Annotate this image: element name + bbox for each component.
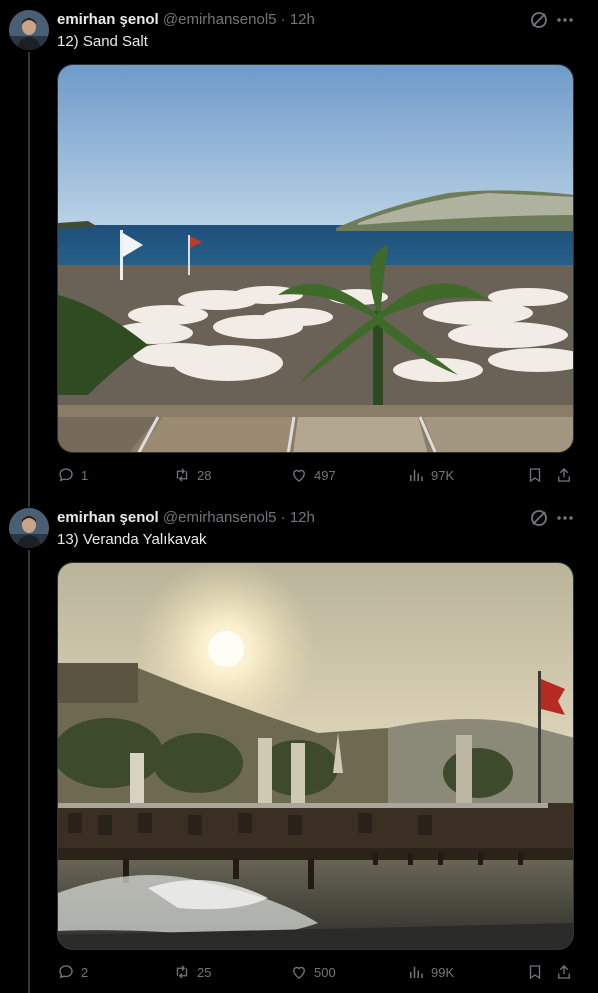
tweet-text: 13) Veranda Yalıkavak <box>57 531 207 548</box>
reply-count: 1 <box>81 467 89 483</box>
views-icon <box>410 469 423 481</box>
timestamp[interactable]: 12h <box>290 11 315 28</box>
views-count: 99K <box>431 964 455 980</box>
author-name[interactable]: emirhan şenol <box>57 509 159 526</box>
like-count: 497 <box>314 467 336 483</box>
reply-button[interactable]: 2 <box>57 962 88 982</box>
author-handle[interactable]: @emirhansenol5 <box>163 509 277 526</box>
avatar[interactable] <box>9 508 49 548</box>
separator: · <box>280 11 286 28</box>
more-icon[interactable] <box>555 10 575 30</box>
retweet-count: 25 <box>197 964 212 980</box>
share-button[interactable] <box>555 465 573 485</box>
reply-icon <box>59 468 73 482</box>
action-bar: 1 28 497 97K <box>57 465 574 485</box>
retweet-button[interactable]: 28 <box>173 465 211 485</box>
tweet-text: 12) Sand Salt <box>57 33 148 50</box>
author-name[interactable]: emirhan şenol <box>57 11 159 28</box>
views-icon <box>410 966 423 978</box>
share-button[interactable] <box>555 962 573 982</box>
tweet-photo[interactable] <box>57 64 574 453</box>
views-count: 97K <box>431 467 455 483</box>
retweet-button[interactable]: 25 <box>173 962 211 982</box>
views-button[interactable]: 97K <box>407 465 454 485</box>
retweet-icon <box>176 468 188 482</box>
retweet-count: 28 <box>197 467 212 483</box>
bookmark-icon <box>529 468 541 483</box>
tweet-header: emirhan şenol @emirhansenol5 · 12h <box>57 10 315 30</box>
reply-count: 2 <box>81 964 89 980</box>
tweet[interactable]: emirhan şenol @emirhansenol5 · 12h 13) V… <box>0 498 598 993</box>
like-button[interactable]: 500 <box>290 962 336 982</box>
reply-icon <box>59 965 73 979</box>
action-bar: 2 25 500 99K <box>57 962 574 982</box>
share-icon <box>558 468 570 482</box>
separator: · <box>280 509 286 526</box>
share-icon <box>558 965 570 979</box>
bookmark-icon <box>529 965 541 980</box>
like-icon <box>293 966 305 979</box>
tweet-photo[interactable] <box>57 562 574 950</box>
author-handle[interactable]: @emirhansenol5 <box>163 11 277 28</box>
tweet-header: emirhan şenol @emirhansenol5 · 12h <box>57 508 315 528</box>
like-count: 500 <box>314 964 336 980</box>
grok-icon[interactable] <box>529 10 549 30</box>
like-button[interactable]: 497 <box>290 465 336 485</box>
reply-button[interactable]: 1 <box>57 465 88 485</box>
timestamp[interactable]: 12h <box>290 509 315 526</box>
grok-icon[interactable] <box>529 508 549 528</box>
bookmark-button[interactable] <box>526 962 544 982</box>
like-icon <box>293 469 305 482</box>
avatar[interactable] <box>9 10 49 50</box>
more-icon[interactable] <box>555 508 575 528</box>
bookmark-button[interactable] <box>526 465 544 485</box>
tweet[interactable]: emirhan şenol @emirhansenol5 · 12h 12) S… <box>0 0 598 500</box>
views-button[interactable]: 99K <box>407 962 454 982</box>
retweet-icon <box>176 965 188 979</box>
